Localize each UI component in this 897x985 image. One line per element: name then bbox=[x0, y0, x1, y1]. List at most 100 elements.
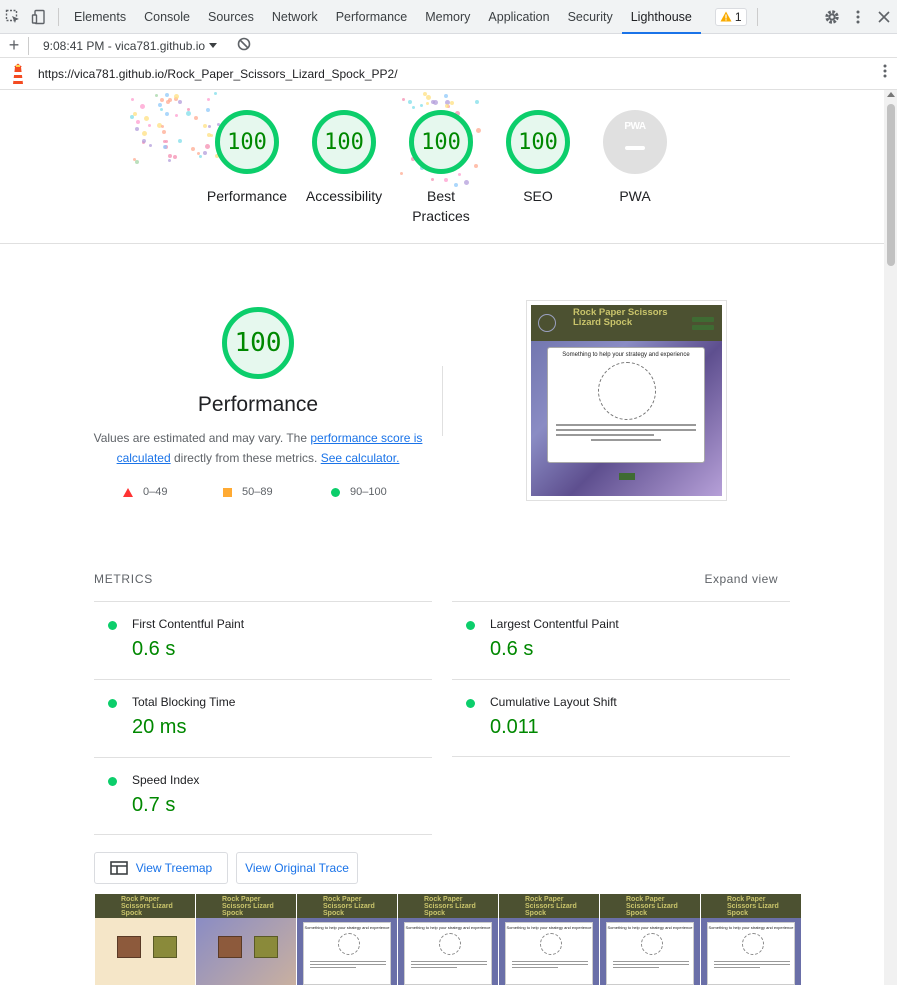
summary-gauge-pwa[interactable]: PWA PWA bbox=[587, 110, 683, 206]
confetti-dot bbox=[178, 100, 183, 105]
confetti-dot bbox=[148, 123, 152, 127]
seo-score-gauge: 100 bbox=[506, 110, 570, 174]
filmstrip-modal-title: Something to help your strategy and expe… bbox=[506, 925, 592, 930]
tab-elements[interactable]: Elements bbox=[65, 0, 135, 34]
warning-icon bbox=[720, 11, 732, 22]
close-devtools-icon[interactable] bbox=[871, 0, 897, 34]
view-treemap-label: View Treemap bbox=[135, 861, 213, 875]
filmstrip-modal: Something to help your strategy and expe… bbox=[404, 922, 492, 985]
confetti-dot bbox=[161, 124, 165, 128]
summary-gauge-accessibility[interactable]: 100 Accessibility bbox=[296, 110, 392, 206]
inspect-element-icon[interactable] bbox=[0, 0, 26, 34]
pwa-badge-icon: PWA bbox=[603, 110, 667, 174]
confetti-dot bbox=[141, 139, 146, 144]
confetti-dot bbox=[207, 97, 211, 101]
confetti-dot bbox=[160, 108, 163, 112]
scroll-up-arrow-icon[interactable] bbox=[887, 92, 895, 97]
tab-application[interactable]: Application bbox=[479, 0, 558, 34]
confetti-dot bbox=[191, 147, 196, 152]
report-selector[interactable]: 9:08:41 PM - vica781.github.io bbox=[29, 39, 218, 53]
metrics-heading: METRICS bbox=[94, 572, 153, 586]
filmstrip-modal: Something to help your strategy and expe… bbox=[505, 922, 593, 985]
filmstrip-title: Rock Paper Scissors Lizard Spock bbox=[121, 896, 173, 917]
screenshot-site-header: Rock Paper Scissors Lizard Spock bbox=[531, 305, 722, 341]
filmstrip-body: Something to help your strategy and expe… bbox=[297, 918, 397, 985]
view-treemap-button[interactable]: View Treemap bbox=[94, 852, 228, 884]
confetti-dot bbox=[475, 100, 480, 105]
metric-cumulative-layout-shift: Cumulative Layout Shift 0.011 bbox=[452, 679, 790, 757]
filmstrip-modal-title: Something to help your strategy and expe… bbox=[607, 925, 693, 930]
rules-diagram-image bbox=[338, 933, 360, 955]
confetti-dot bbox=[402, 97, 406, 101]
modal-text-lines bbox=[556, 424, 696, 441]
device-toolbar-icon[interactable] bbox=[26, 0, 52, 34]
filmstrip-body: Something to help your strategy and expe… bbox=[499, 918, 599, 985]
summary-gauge-best-practices[interactable]: 100 Best Practices bbox=[393, 110, 489, 226]
final-screenshot-image: Rock Paper Scissors Lizard Spock Somethi… bbox=[531, 305, 722, 496]
tab-performance[interactable]: Performance bbox=[327, 0, 417, 34]
more-options-icon[interactable] bbox=[845, 0, 871, 34]
tab-security[interactable]: Security bbox=[559, 0, 622, 34]
performance-score-gauge: 100 bbox=[215, 110, 279, 174]
settings-gear-icon[interactable] bbox=[819, 0, 845, 34]
confetti-dot bbox=[443, 93, 448, 98]
confetti-dot bbox=[175, 114, 179, 118]
filmstrip-header: Rock Paper Scissors Lizard Spock bbox=[398, 894, 498, 918]
confetti-dot bbox=[450, 100, 455, 105]
paper-card-image bbox=[254, 936, 278, 958]
pass-circle-icon bbox=[108, 777, 117, 786]
filmstrip-title: Rock Paper Scissors Lizard Spock bbox=[626, 896, 678, 917]
confetti-dot bbox=[407, 100, 412, 105]
metric-name: Largest Contentful Paint bbox=[490, 617, 619, 631]
scrollbar-thumb[interactable] bbox=[887, 104, 895, 266]
expand-view-toggle[interactable]: Expand view bbox=[704, 572, 778, 586]
rules-diagram-image bbox=[439, 933, 461, 955]
confetti-dot bbox=[144, 116, 150, 122]
filmstrip-frame-7: Rock Paper Scissors Lizard Spock Somethi… bbox=[701, 894, 801, 985]
toolbar-separator bbox=[756, 7, 758, 26]
confetti-dot bbox=[134, 126, 139, 131]
metric-divider bbox=[94, 834, 432, 835]
rules-diagram-image bbox=[598, 362, 656, 420]
site-nav-buttons bbox=[692, 317, 714, 333]
confetti-dot bbox=[167, 153, 172, 158]
summary-gauge-performance[interactable]: 100 Performance bbox=[199, 110, 295, 206]
performance-title: Performance bbox=[197, 393, 319, 416]
metric-largest-contentful-paint: Largest Contentful Paint 0.6 s bbox=[452, 601, 790, 679]
metric-value: 0.7 s bbox=[132, 794, 176, 816]
filmstrip-body: Something to help your strategy and expe… bbox=[701, 918, 801, 985]
legend-pass: 90–100 bbox=[331, 486, 387, 498]
filmstrip-modal: Something to help your strategy and expe… bbox=[707, 922, 795, 985]
tab-lighthouse[interactable]: Lighthouse bbox=[621, 0, 702, 34]
clear-reports-block-icon[interactable] bbox=[237, 37, 251, 54]
confetti-dot bbox=[132, 111, 137, 116]
lighthouse-toolbar: + 9:08:41 PM - vica781.github.io bbox=[0, 34, 897, 58]
final-screenshot[interactable]: Rock Paper Scissors Lizard Spock Somethi… bbox=[526, 300, 727, 501]
devtools-tab-bar: Elements Console Sources Network Perform… bbox=[0, 0, 897, 34]
tab-memory[interactable]: Memory bbox=[416, 0, 479, 34]
confetti-dot bbox=[164, 111, 169, 116]
see-calculator-link[interactable]: See calculator. bbox=[321, 451, 400, 465]
toolbar-separator bbox=[58, 7, 59, 26]
gauge-label: SEO bbox=[523, 188, 553, 204]
new-report-plus-icon[interactable]: + bbox=[0, 35, 28, 56]
tab-sources[interactable]: Sources bbox=[199, 0, 263, 34]
issues-warning-badge[interactable]: 1 bbox=[714, 7, 747, 26]
confetti-dot bbox=[142, 131, 148, 137]
tab-console[interactable]: Console bbox=[135, 0, 199, 34]
report-menu-icon[interactable] bbox=[873, 64, 897, 83]
filmstrip-frame-3: Rock Paper Scissors Lizard Spock Somethi… bbox=[297, 894, 397, 985]
tab-network[interactable]: Network bbox=[263, 0, 327, 34]
metric-speed-index: Speed Index 0.7 s bbox=[94, 757, 432, 835]
summary-gauge-seo[interactable]: 100 SEO bbox=[490, 110, 586, 206]
filmstrip-body: Something to help your strategy and expe… bbox=[398, 918, 498, 985]
accessibility-score-gauge: 100 bbox=[312, 110, 376, 174]
view-trace-label: View Original Trace bbox=[245, 861, 349, 875]
filmstrip-header: Rock Paper Scissors Lizard Spock bbox=[95, 894, 195, 918]
confetti-dot bbox=[172, 155, 177, 160]
view-original-trace-button[interactable]: View Original Trace bbox=[236, 852, 358, 884]
report-url: https://vica781.github.io/Rock_Paper_Sci… bbox=[38, 66, 398, 81]
confetti-dot bbox=[134, 160, 139, 165]
pass-circle-icon bbox=[108, 621, 117, 630]
confetti-dot bbox=[140, 103, 146, 109]
